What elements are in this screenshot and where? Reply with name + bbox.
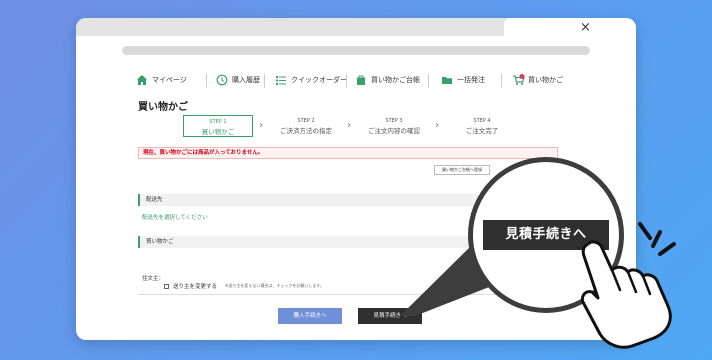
pointing-hand-icon [580, 222, 676, 349]
